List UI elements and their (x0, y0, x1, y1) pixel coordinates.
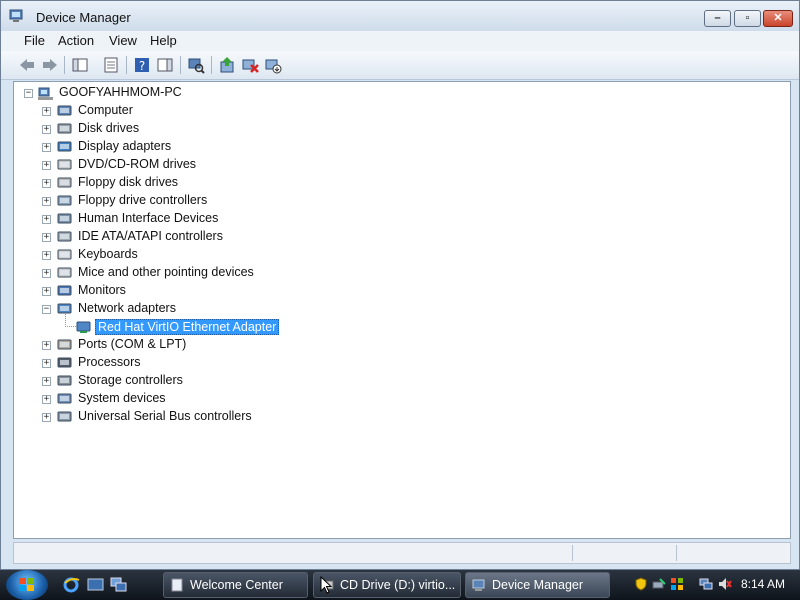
minimize-icon: – (714, 12, 721, 24)
floppy-drive-icon (57, 177, 72, 188)
device-manager-icon (9, 9, 23, 22)
tree-connector (65, 314, 76, 327)
properties-icon[interactable] (102, 56, 120, 74)
ethernet-adapter-icon (76, 321, 91, 333)
update-driver-icon[interactable] (218, 56, 236, 74)
switch-windows-icon[interactable] (110, 577, 127, 593)
expand-toggle[interactable]: + (42, 125, 51, 134)
expand-toggle[interactable]: + (42, 341, 51, 350)
expand-toggle[interactable]: + (42, 287, 51, 296)
menu-file[interactable]: File (24, 33, 45, 48)
monitor-icon (57, 285, 72, 296)
status-divider (676, 545, 677, 561)
display-adapter-icon (57, 141, 72, 152)
processor-icon (57, 357, 72, 368)
taskbar-welcome-center[interactable]: Welcome Center (163, 572, 308, 598)
scan-hardware-icon[interactable] (187, 56, 205, 74)
action-pane-icon[interactable] (156, 56, 174, 74)
disk-drive-icon (57, 123, 72, 134)
computer-icon (57, 105, 72, 116)
status-bar (13, 542, 791, 564)
device-manager-icon (472, 579, 485, 591)
forward-arrow-icon[interactable] (41, 56, 59, 74)
expand-toggle[interactable]: + (42, 413, 51, 422)
expand-toggle[interactable]: + (42, 107, 51, 116)
device-tree[interactable]: − GOOFYAHHMOM-PC + Computer + Disk drives + D… (13, 81, 791, 539)
windows-update-icon[interactable] (670, 577, 684, 591)
clock[interactable]: 8:14 AM (741, 577, 785, 591)
computer-root-icon (38, 87, 53, 100)
ide-controller-icon (57, 231, 72, 242)
dvd-drive-icon (57, 159, 72, 170)
maximize-icon: ▫ (745, 12, 750, 24)
safely-remove-hardware-icon[interactable] (652, 577, 666, 591)
keyboard-icon (57, 249, 72, 260)
disable-device-icon[interactable] (264, 56, 282, 74)
expand-toggle[interactable]: + (42, 377, 51, 386)
welcome-center-icon (171, 578, 183, 592)
toolbar-separator (126, 56, 127, 74)
close-icon: ✕ (773, 12, 783, 24)
expand-toggle[interactable]: + (42, 215, 51, 224)
start-button[interactable] (6, 570, 48, 600)
security-shield-icon[interactable] (634, 577, 648, 591)
expand-toggle[interactable]: − (42, 305, 51, 314)
menu-view[interactable]: View (109, 33, 137, 48)
expand-toggle[interactable]: + (42, 161, 51, 170)
windows-logo-icon (19, 578, 34, 591)
collapse-root-toggle[interactable]: − (24, 89, 33, 98)
close-button[interactable]: ✕ (763, 10, 793, 27)
storage-controller-icon (57, 375, 72, 386)
menu-help[interactable]: Help (150, 33, 177, 48)
toolbar-separator (64, 56, 65, 74)
back-arrow-icon[interactable] (18, 56, 36, 74)
volume-muted-icon[interactable] (718, 577, 732, 591)
network-status-icon[interactable] (699, 577, 713, 591)
maximize-button[interactable]: ▫ (734, 10, 761, 27)
menu-action[interactable]: Action (58, 33, 94, 48)
floppy-controller-icon (57, 195, 72, 206)
expand-toggle[interactable]: + (42, 233, 51, 242)
internet-explorer-icon[interactable] (63, 577, 80, 593)
expand-toggle[interactable]: + (42, 179, 51, 188)
help-icon[interactable]: ? (133, 56, 151, 74)
toolbar: ? (1, 51, 799, 80)
toolbar-separator (211, 56, 212, 74)
show-hide-console-tree-icon[interactable] (71, 56, 89, 74)
port-icon (57, 339, 72, 350)
taskbar-device-manager[interactable]: Device Manager (465, 572, 610, 598)
expand-toggle[interactable]: + (42, 143, 51, 152)
title-bar[interactable]: Device Manager – ▫ ✕ (1, 1, 799, 31)
toolbar-separator (180, 56, 181, 74)
minimize-button[interactable]: – (704, 10, 731, 27)
taskbar: Welcome Center CD Drive (D:) virtio... D… (0, 570, 800, 600)
svg-text:?: ? (139, 59, 145, 73)
hid-icon (57, 213, 72, 224)
window-title: Device Manager (36, 10, 131, 25)
taskbar-cd-drive[interactable]: CD Drive (D:) virtio... (313, 572, 461, 598)
show-desktop-icon[interactable] (87, 577, 104, 593)
expand-toggle[interactable]: + (42, 359, 51, 368)
system-device-icon (57, 393, 72, 404)
expand-toggle[interactable]: + (42, 269, 51, 278)
uninstall-icon[interactable] (241, 56, 259, 74)
expand-toggle[interactable]: + (42, 197, 51, 206)
mouse-cursor-icon (320, 576, 332, 594)
mouse-icon (57, 267, 72, 278)
usb-icon (57, 411, 72, 422)
device-manager-window: Device Manager – ▫ ✕ File Action View He… (0, 0, 800, 570)
status-divider (572, 545, 573, 561)
menu-bar: File Action View Help (1, 31, 799, 51)
expand-toggle[interactable]: + (42, 251, 51, 260)
expand-toggle[interactable]: + (42, 395, 51, 404)
